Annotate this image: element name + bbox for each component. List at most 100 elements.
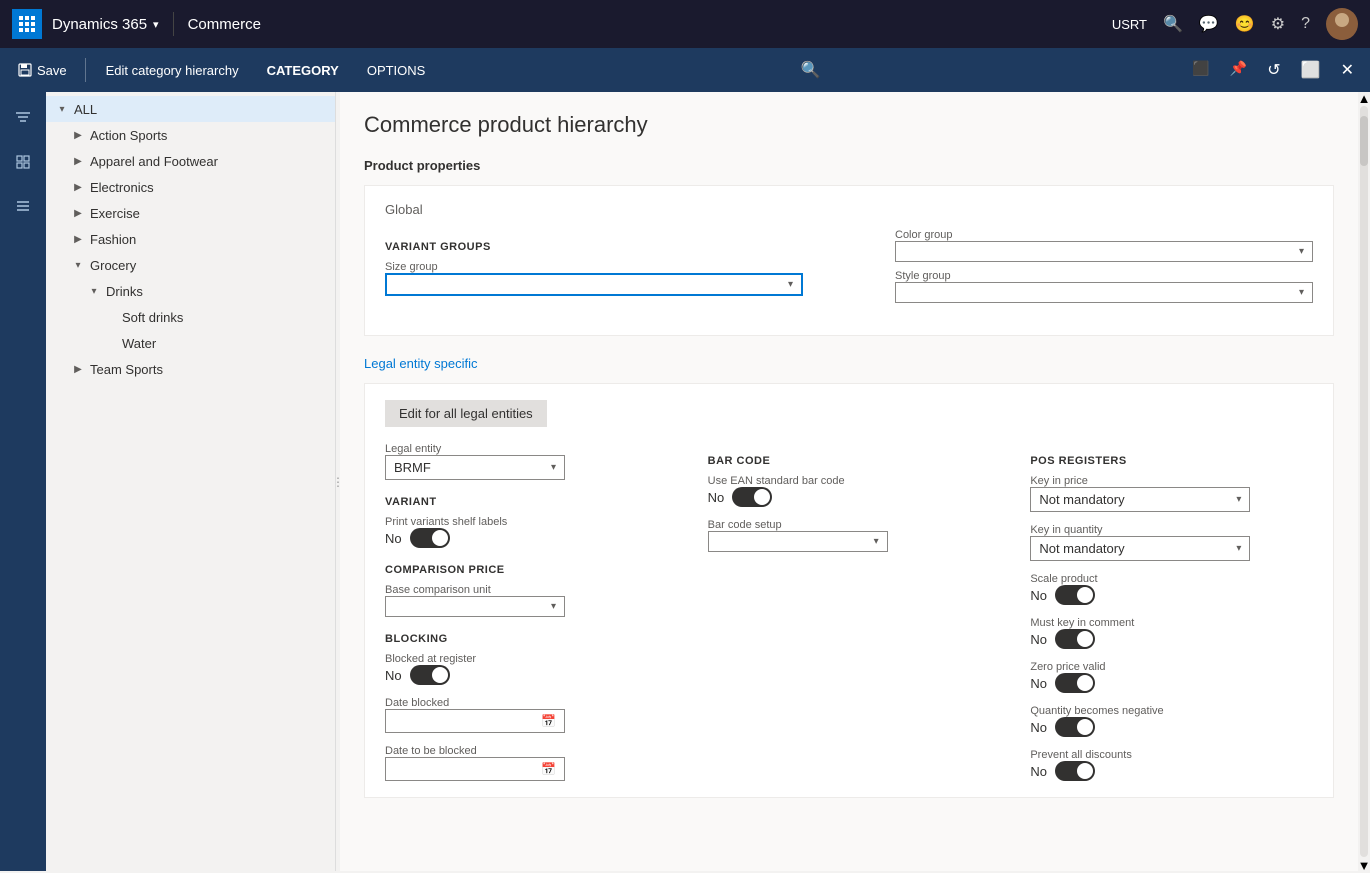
cmd-separator	[85, 58, 86, 82]
close-icon[interactable]: ✕	[1333, 54, 1362, 86]
color-style-col: Color group ▾ Style group ▾	[895, 229, 1313, 303]
key-in-price-value: Not mandatory	[1039, 492, 1124, 507]
expand-icon-soft-drinks	[102, 309, 118, 325]
use-ean-value: No	[708, 490, 725, 505]
tree-item-fashion[interactable]: ▶Fashion	[46, 226, 335, 252]
blocked-at-register-toggle[interactable]	[410, 665, 450, 685]
global-label: Global	[385, 202, 1313, 217]
style-group-select[interactable]: ▾	[895, 282, 1313, 303]
calendar-icon: 📅	[541, 714, 556, 728]
barcode-setup-select[interactable]: ▾	[708, 531, 888, 552]
avatar[interactable]	[1326, 8, 1358, 40]
tree-label-soft-drinks: Soft drinks	[122, 310, 183, 325]
key-in-quantity-arrow: ▾	[1236, 543, 1241, 554]
sidebar	[0, 92, 46, 871]
color-group-select[interactable]: ▾	[895, 241, 1313, 262]
must-key-in-comment-label: Must key in comment	[1030, 617, 1313, 629]
legal-entity-arrow: ▾	[551, 462, 556, 473]
breadcrumb-label[interactable]: Edit category hierarchy	[94, 57, 251, 84]
nav-icon[interactable]	[5, 144, 41, 180]
date-blocked-label: Date blocked	[385, 697, 668, 709]
prevent-discounts-label: Prevent all discounts	[1030, 749, 1313, 761]
list-icon[interactable]	[5, 188, 41, 224]
zero-price-value: No	[1030, 676, 1047, 691]
tree-item-team-sports[interactable]: ▶Team Sports	[46, 356, 335, 382]
global-section: Global VARIANT GROUPS Size group ▾ Color…	[364, 185, 1334, 336]
cmd-search-icon[interactable]: 🔍	[791, 54, 831, 86]
top-bar: Dynamics 365 ▾ Commerce USRT 🔍 💬 😊 ⚙ ?	[0, 0, 1370, 48]
barcode-label: BAR CODE	[708, 455, 991, 467]
blocking-label: BLOCKING	[385, 633, 668, 645]
tree-label-action-sports: Action Sports	[90, 128, 167, 143]
tree-label-exercise: Exercise	[90, 206, 140, 221]
date-to-be-blocked-input[interactable]: 📅	[385, 757, 565, 781]
command-bar: Save Edit category hierarchy CATEGORY OP…	[0, 48, 1370, 92]
use-ean-toggle[interactable]	[732, 487, 772, 507]
expand-icon[interactable]: ⬜	[1293, 54, 1329, 86]
print-variants-toggle-field: No	[385, 528, 668, 548]
tree-label-electronics: Electronics	[90, 180, 154, 195]
print-variants-value: No	[385, 531, 402, 546]
office-icon[interactable]: ⬛	[1184, 54, 1217, 86]
tree-item-exercise[interactable]: ▶ Exercise	[46, 200, 335, 226]
key-in-quantity-label: Key in quantity	[1030, 524, 1313, 536]
category-tab[interactable]: CATEGORY	[255, 57, 351, 84]
date-blocked-input[interactable]: 📅	[385, 709, 565, 733]
tree-label-grocery: Grocery	[90, 258, 136, 273]
blocked-at-register-label: Blocked at register	[385, 653, 668, 665]
comparison-price-label: COMPARISON PRICE	[385, 564, 668, 576]
usrt-label: USRT	[1112, 17, 1147, 32]
tree-item-water[interactable]: Water	[46, 330, 335, 356]
tree-item-apparel[interactable]: ▶Apparel and Footwear	[46, 148, 335, 174]
size-group-select[interactable]: ▾	[385, 273, 803, 296]
qty-negative-toggle[interactable]	[1055, 717, 1095, 737]
key-in-quantity-select[interactable]: Not mandatory ▾	[1030, 536, 1250, 561]
expand-icon-exercise: ▶	[70, 205, 86, 221]
face-icon[interactable]: 😊	[1235, 14, 1255, 34]
barcode-setup-arrow: ▾	[874, 536, 879, 547]
tree-item-electronics[interactable]: ▶Electronics	[46, 174, 335, 200]
must-key-in-toggle[interactable]	[1055, 629, 1095, 649]
tree-item-action-sports[interactable]: ▶Action Sports	[46, 122, 335, 148]
legal-entity-select[interactable]: BRMF ▾	[385, 455, 565, 480]
prevent-discounts-toggle[interactable]	[1055, 761, 1095, 781]
scale-product-toggle[interactable]	[1055, 585, 1095, 605]
zero-price-toggle[interactable]	[1055, 673, 1095, 693]
barcode-setup-label: Bar code setup	[708, 519, 991, 531]
tree-item-drinks[interactable]: ▾Drinks	[46, 278, 335, 304]
tree-item-soft-drinks[interactable]: Soft drinks	[46, 304, 335, 330]
left-col: Legal entity BRMF ▾ VARIANT Print varian…	[385, 443, 668, 781]
help-icon[interactable]: ?	[1301, 15, 1310, 33]
tree-item-grocery[interactable]: ▾Grocery	[46, 252, 335, 278]
scale-product-toggle-field: No	[1030, 585, 1313, 605]
top-icons: USRT 🔍 💬 😊 ⚙ ?	[1112, 8, 1358, 40]
options-tab[interactable]: OPTIONS	[355, 57, 438, 84]
scrollbar[interactable]: ▲ ▼	[1358, 92, 1370, 871]
pin-icon[interactable]: 📌	[1222, 54, 1255, 86]
base-comparison-label: Base comparison unit	[385, 584, 668, 596]
tree-label-apparel: Apparel and Footwear	[90, 154, 218, 169]
variant-groups-label: VARIANT GROUPS	[385, 241, 803, 253]
base-comparison-select[interactable]: ▾	[385, 596, 565, 617]
key-in-price-select[interactable]: Not mandatory ▾	[1030, 487, 1250, 512]
refresh-icon[interactable]: ↺	[1259, 54, 1288, 86]
chat-icon[interactable]: 💬	[1199, 14, 1219, 34]
main-layout: ▾ALL▶Action Sports▶Apparel and Footwear▶…	[0, 92, 1370, 871]
tree-label-drinks: Drinks	[106, 284, 143, 299]
waffle-icon[interactable]	[12, 9, 42, 39]
legal-entity-value: BRMF	[394, 460, 431, 475]
search-icon[interactable]: 🔍	[1163, 14, 1183, 34]
print-variants-toggle[interactable]	[410, 528, 450, 548]
style-group-arrow: ▾	[1299, 287, 1304, 298]
base-comparison-arrow: ▾	[551, 601, 556, 612]
app-name[interactable]: Dynamics 365 ▾	[52, 16, 159, 33]
settings-icon[interactable]: ⚙	[1271, 14, 1285, 34]
middle-col: BAR CODE Use EAN standard bar code No Ba…	[708, 443, 991, 781]
pos-registers-label: POS REGISTERS	[1030, 455, 1313, 467]
color-group-arrow: ▾	[1299, 246, 1304, 257]
edit-legal-entities-button[interactable]: Edit for all legal entities	[385, 400, 547, 427]
tree-item-all[interactable]: ▾ALL	[46, 96, 335, 122]
save-button[interactable]: Save	[8, 57, 77, 84]
qty-negative-label: Quantity becomes negative	[1030, 705, 1313, 717]
filter-icon[interactable]	[5, 100, 41, 136]
